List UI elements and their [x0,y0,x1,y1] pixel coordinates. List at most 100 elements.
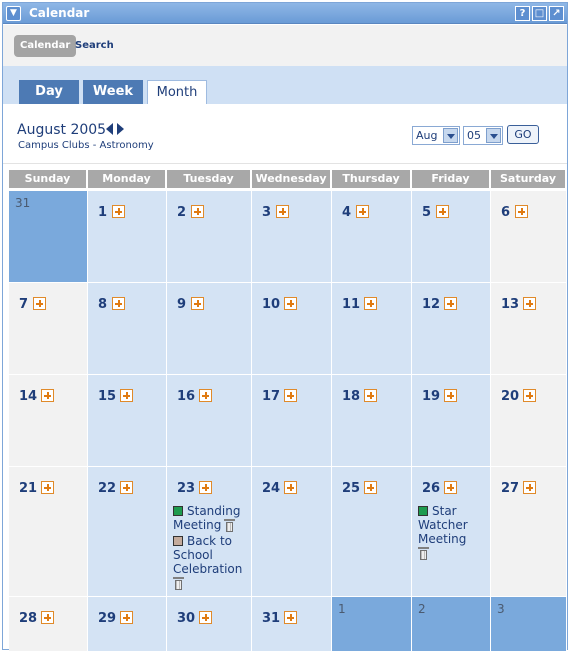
day-cell[interactable]: 23 Standing Meeting Back to School Celebratio… [167,467,252,597]
calendar-event[interactable]: Back to School Celebration [173,534,242,590]
add-event-icon[interactable] [523,481,536,494]
day-cell[interactable]: 13 [491,283,567,375]
day-number: 26 [422,481,441,496]
day-cell[interactable]: 30 [167,597,252,651]
tab-day[interactable]: Day [19,80,79,104]
day-cell[interactable]: 4 [332,191,412,283]
day-cell[interactable]: 17 [252,375,332,467]
day-cell[interactable]: 11 [332,283,412,375]
add-event-icon[interactable] [436,205,449,218]
month-title: August 2005 [17,122,107,138]
day-cell[interactable]: 31 [9,191,88,283]
add-event-icon[interactable] [199,611,212,624]
calendar-event[interactable]: Standing Meeting [173,504,240,532]
add-event-icon[interactable] [364,297,377,310]
event-category-icon [418,506,428,516]
next-month-icon[interactable] [117,123,124,135]
day-select[interactable]: 05 [463,126,503,145]
add-event-icon[interactable] [356,205,369,218]
day-number: 15 [98,389,117,404]
day-cell[interactable]: 1 [332,597,412,651]
add-event-icon[interactable] [444,389,457,402]
calendar-event[interactable]: Star Watcher Meeting [418,504,468,560]
delete-event-icon[interactable] [224,519,236,532]
day-number: 14 [19,389,38,404]
add-event-icon[interactable] [444,297,457,310]
go-button[interactable]: GO [507,125,539,144]
add-event-icon[interactable] [523,297,536,310]
day-cell[interactable]: 18 [332,375,412,467]
add-event-icon[interactable] [120,611,133,624]
calendar-window: ▼ Calendar ? □ ↗ Calendar Search Day Wee… [2,2,568,651]
day-cell[interactable]: 2 [167,191,252,283]
add-event-icon[interactable] [364,389,377,402]
add-event-icon[interactable] [41,481,54,494]
add-event-icon[interactable] [199,481,212,494]
day-cell[interactable]: 15 [88,375,167,467]
add-event-icon[interactable] [444,481,457,494]
day-number: 24 [262,481,281,496]
day-cell[interactable]: 27 [491,467,567,597]
day-cell[interactable]: 25 [332,467,412,597]
search-link[interactable]: Search [75,40,114,51]
day-cell[interactable]: 9 [167,283,252,375]
tab-month[interactable]: Month [147,80,207,105]
day-cell[interactable]: 12 [412,283,491,375]
help-icon[interactable]: ? [515,6,530,21]
add-event-icon[interactable] [199,389,212,402]
month-select-value: Aug [416,129,438,142]
weekday-header-sunday: Sunday [9,170,86,188]
add-event-icon[interactable] [523,389,536,402]
previous-month-icon[interactable] [106,123,113,135]
add-event-icon[interactable] [191,297,204,310]
day-cell[interactable]: 29 [88,597,167,651]
day-cell[interactable]: 3 [252,191,332,283]
add-event-icon[interactable] [112,205,125,218]
day-cell[interactable]: 1 [88,191,167,283]
add-event-icon[interactable] [120,481,133,494]
day-cell[interactable]: 3 [491,597,567,651]
day-number: 10 [262,297,281,312]
popout-icon[interactable]: ↗ [549,6,564,21]
add-event-icon[interactable] [364,481,377,494]
weekday-header-tuesday: Tuesday [167,170,250,188]
day-cell[interactable]: 7 [9,283,88,375]
day-cell[interactable]: 16 [167,375,252,467]
day-cell[interactable]: 19 [412,375,491,467]
day-cell[interactable]: 8 [88,283,167,375]
day-cell[interactable]: 31 [252,597,332,651]
add-event-icon[interactable] [33,297,46,310]
add-event-icon[interactable] [284,611,297,624]
maximize-icon[interactable]: □ [532,6,547,21]
day-cell[interactable]: 2 [412,597,491,651]
day-number: 21 [19,481,38,496]
add-event-icon[interactable] [41,611,54,624]
add-event-icon[interactable] [284,297,297,310]
delete-event-icon[interactable] [418,547,429,560]
tab-week[interactable]: Week [83,80,143,104]
add-event-icon[interactable] [515,205,528,218]
day-cell[interactable]: 21 [9,467,88,597]
add-event-icon[interactable] [284,389,297,402]
add-event-icon[interactable] [276,205,289,218]
day-cell[interactable]: 14 [9,375,88,467]
day-cell[interactable]: 20 [491,375,567,467]
add-event-icon[interactable] [191,205,204,218]
add-event-icon[interactable] [284,481,297,494]
day-cell[interactable]: 10 [252,283,332,375]
weekday-header-saturday: Saturday [491,170,565,188]
day-number: 31 [262,611,281,626]
calendar-button[interactable]: Calendar [14,35,77,57]
day-cell[interactable]: 24 [252,467,332,597]
delete-event-icon[interactable] [173,577,184,590]
window-menu-icon[interactable]: ▼ [6,6,21,21]
add-event-icon[interactable] [41,389,54,402]
day-cell[interactable]: 5 [412,191,491,283]
day-cell[interactable]: 22 [88,467,167,597]
day-cell[interactable]: 6 [491,191,567,283]
add-event-icon[interactable] [112,297,125,310]
day-cell[interactable]: 26 Star Watcher Meeting [412,467,491,597]
month-select[interactable]: Aug [412,126,460,145]
day-cell[interactable]: 28 [9,597,88,651]
add-event-icon[interactable] [120,389,133,402]
